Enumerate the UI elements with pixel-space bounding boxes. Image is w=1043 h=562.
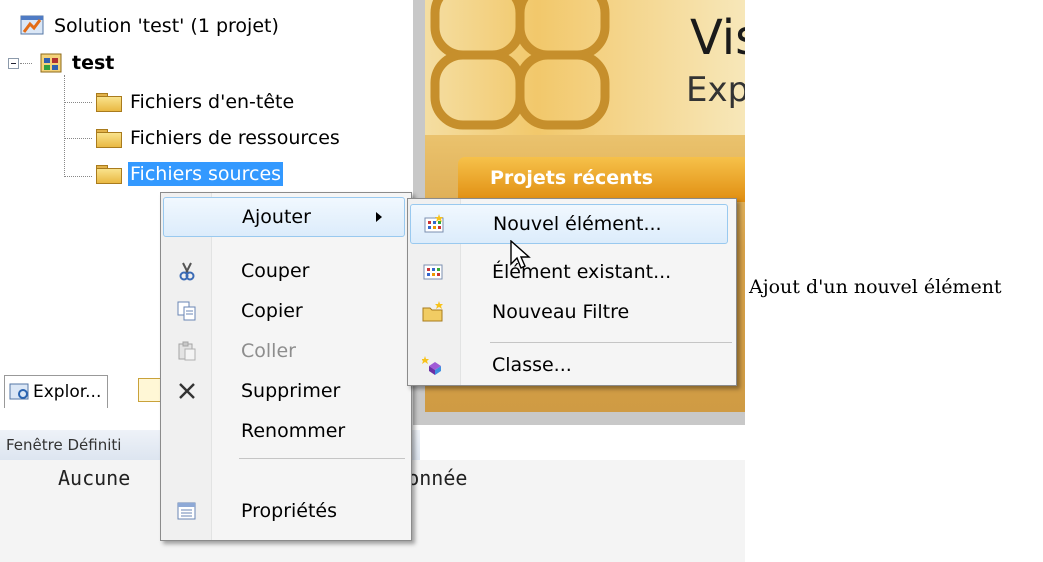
project-label: test <box>72 52 115 74</box>
screenshot: Solution 'test' (1 projet) test Fichiers… <box>0 0 745 562</box>
menu-item-label: Coller <box>241 340 296 362</box>
folder-label: Fichiers de ressources <box>130 127 340 149</box>
solution-icon <box>20 15 44 35</box>
mouse-cursor-icon <box>510 240 531 269</box>
collapse-toggle[interactable] <box>8 58 19 69</box>
folder-icon <box>96 93 122 112</box>
new-item-icon <box>424 214 444 233</box>
submenu-item-label: Classe... <box>492 354 572 376</box>
paste-icon <box>178 341 196 361</box>
context-menu: Ajouter Couper Copier Coller Supprimer R… <box>160 192 412 541</box>
delete-icon <box>179 383 195 399</box>
folder-icon <box>96 165 122 184</box>
folder-label: Fichiers d'en-tête <box>130 91 295 113</box>
menu-item-label: Ajouter <box>242 206 311 228</box>
folder-icon <box>96 129 122 148</box>
tree-item-header-files[interactable]: Fichiers d'en-tête <box>96 88 294 116</box>
solution-label: Solution 'test' (1 projet) <box>54 15 279 37</box>
menu-item-label: Couper <box>241 260 310 282</box>
submenu-item-new-item[interactable]: Nouvel élément... <box>410 204 728 244</box>
submenu-item-class[interactable]: Classe... <box>410 345 728 385</box>
tree-item-project[interactable]: test <box>38 49 114 77</box>
menu-item-rename[interactable]: Renommer <box>163 411 407 451</box>
submenu-separator <box>490 342 732 343</box>
menu-item-cut[interactable]: Couper <box>163 251 407 291</box>
add-submenu: Nouvel élément... Élément existant... No… <box>407 198 737 386</box>
menu-separator <box>239 458 405 459</box>
vs-logo-graphic <box>430 0 610 130</box>
figure-caption: Ajout d'un nouvel élément <box>749 276 1002 298</box>
menu-item-delete[interactable]: Supprimer <box>163 371 407 411</box>
menu-item-add[interactable]: Ajouter <box>163 197 405 237</box>
menu-item-copy[interactable]: Copier <box>163 291 407 331</box>
definition-window-title: Fenêtre Définiti <box>6 436 122 454</box>
recent-projects-label: Projets récents <box>490 167 654 189</box>
properties-icon <box>177 502 196 520</box>
submenu-item-new-filter[interactable]: Nouveau Filtre <box>410 292 728 332</box>
vs-logo-subtext: Exp <box>686 70 745 110</box>
existing-item-icon <box>423 264 443 280</box>
solution-explorer-icon <box>9 383 29 400</box>
copy-icon <box>177 301 196 321</box>
menu-item-properties[interactable]: Propriétés <box>163 491 407 531</box>
menu-item-label: Supprimer <box>241 380 341 402</box>
explorer-tab-label: Explor... <box>33 382 102 402</box>
submenu-item-label: Nouveau Filtre <box>492 301 630 323</box>
menu-item-paste[interactable]: Coller <box>163 331 407 371</box>
tree-item-source-files[interactable]: Fichiers sources <box>96 160 284 188</box>
solution-explorer-tab[interactable]: Explor... <box>4 375 109 408</box>
menu-item-label: Renommer <box>241 420 346 442</box>
recent-projects-tab[interactable]: Projets récents <box>458 157 745 202</box>
class-icon <box>422 356 441 375</box>
tree-item-resource-files[interactable]: Fichiers de ressources <box>96 124 340 152</box>
project-icon <box>40 53 62 73</box>
submenu-item-label: Nouvel élément... <box>493 213 662 235</box>
tree-item-solution[interactable]: Solution 'test' (1 projet) <box>20 12 279 40</box>
submenu-arrow-icon <box>376 212 382 222</box>
submenu-item-existing-item[interactable]: Élément existant... <box>410 252 728 292</box>
cut-icon <box>179 262 195 281</box>
vs-logo-text: Vis <box>690 10 745 66</box>
menu-item-label: Copier <box>241 300 303 322</box>
folder-label-selected: Fichiers sources <box>128 162 284 186</box>
menu-item-label: Propriétés <box>241 500 338 522</box>
new-filter-icon <box>422 301 443 322</box>
class-view-tab[interactable] <box>138 378 162 402</box>
